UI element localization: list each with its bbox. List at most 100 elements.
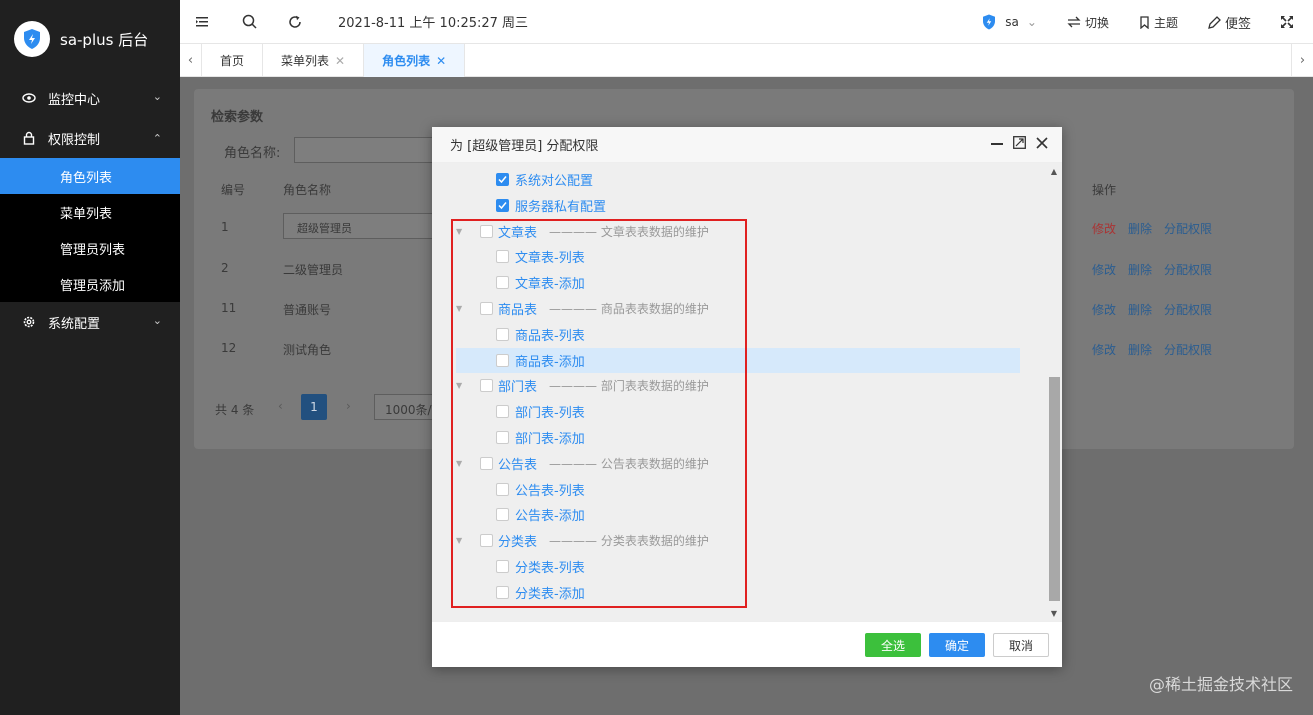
column-header-name: 角色名称 — [283, 183, 332, 197]
chevron-down-icon: ⌄ — [1026, 15, 1037, 29]
tab-role-list[interactable]: 角色列表 ✕ — [364, 44, 466, 77]
tree-scrollbar[interactable]: ▲ ▼ — [1046, 163, 1062, 621]
dialog-title: 为 [超级管理员] 分配权限 — [450, 139, 599, 154]
header-right: sa ⌄ 切换 主题 便签 — [980, 0, 1313, 44]
top-header: 2021-8-11 上午 10:25:27 周三 sa ⌄ 切换 主题 便签 — [180, 0, 1313, 44]
sidebar-item-role-list[interactable]: 角色列表 — [0, 158, 180, 194]
chevron-down-icon: ⌄ — [152, 314, 162, 327]
menu-fold-icon — [196, 16, 208, 26]
role-name-label: 角色名称: — [224, 146, 281, 161]
chevron-up-icon: ⌃ — [152, 132, 162, 145]
sidebar: sa-plus 后台 监控中心 ⌄ 权限控制 ⌃ 角色列表 菜单列表 管理员列表… — [0, 0, 180, 715]
table-cell-name: 测试角色 — [283, 343, 332, 357]
assign-permission-link[interactable]: 分配权限 — [1164, 261, 1212, 278]
username: sa — [1005, 15, 1019, 29]
datetime-display: 2021-8-11 上午 10:25:27 周三 — [338, 16, 529, 31]
scroll-up-icon[interactable]: ▲ — [1046, 163, 1062, 179]
delete-link[interactable]: 删除 — [1128, 301, 1152, 318]
tab-label: 首页 — [220, 54, 245, 68]
tree-node-leaf[interactable]: 服务器私有配置 — [456, 193, 1020, 218]
logo-icon — [14, 21, 50, 57]
note-button[interactable]: 便签 — [1208, 13, 1251, 32]
delete-link[interactable]: 删除 — [1128, 220, 1152, 237]
edit-link[interactable]: 修改 — [1092, 301, 1116, 318]
user-menu[interactable]: sa ⌄ — [980, 13, 1037, 31]
delete-link[interactable]: 删除 — [1128, 341, 1152, 358]
sidebar-item-admin-add[interactable]: 管理员添加 — [0, 266, 180, 302]
tree-checkbox[interactable] — [496, 198, 509, 212]
tab-menu-list[interactable]: 菜单列表 ✕ — [263, 44, 365, 77]
theme-label: 主题 — [1153, 15, 1178, 30]
pagination-prev-button[interactable]: ‹ — [278, 399, 283, 413]
tab-scroll-left-button[interactable]: ‹ — [180, 44, 202, 77]
tab-home[interactable]: 首页 — [202, 44, 264, 77]
column-header-id: 编号 — [221, 183, 246, 197]
sidebar-item-monitor[interactable]: 监控中心 ⌄ — [0, 78, 180, 118]
page-size-value: 1000条/ — [385, 403, 432, 417]
watermark: @稀土掘金技术社区 — [1148, 675, 1293, 694]
search-button[interactable] — [226, 0, 272, 44]
column-header-actions: 操作 — [1092, 183, 1117, 197]
sidebar-item-label: 系统配置 — [48, 316, 101, 332]
close-icon[interactable]: ✕ — [335, 54, 345, 68]
refresh-icon — [289, 15, 301, 28]
theme-button[interactable]: 主题 — [1139, 14, 1178, 31]
assign-permission-dialog: 为 [超级管理员] 分配权限 系统对公配置 服务器私有配置 ▼ 文章表 ———— 文章表… — [432, 127, 1062, 667]
maximize-icon[interactable] — [1013, 136, 1026, 149]
tree-checkbox[interactable] — [496, 173, 509, 186]
table-cell-id: 2 — [221, 261, 229, 275]
fullscreen-icon — [1281, 16, 1293, 28]
menu-toggle-button[interactable] — [180, 0, 226, 44]
pagination-next-button[interactable]: › — [346, 399, 351, 413]
sidebar-item-label: 监控中心 — [48, 92, 101, 108]
logo-row: sa-plus 后台 — [0, 0, 180, 78]
sidebar-item-system-config[interactable]: 系统配置 ⌄ — [0, 302, 180, 342]
delete-link[interactable]: 删除 — [1128, 261, 1152, 278]
sidebar-item-permission[interactable]: 权限控制 ⌃ — [0, 118, 180, 158]
page-size-select[interactable]: 1000条/ — [374, 394, 434, 420]
close-icon[interactable]: ✕ — [436, 54, 446, 68]
table-cell-name: 普通账号 — [283, 303, 332, 317]
gear-icon — [22, 315, 36, 329]
refresh-button[interactable] — [272, 0, 318, 44]
tree-node-label[interactable]: 服务器私有配置 — [515, 196, 606, 215]
search-title: 检索参数 — [211, 110, 264, 125]
edit-link[interactable]: 修改 — [1092, 341, 1116, 358]
note-label: 便签 — [1224, 16, 1251, 32]
tab-label: 菜单列表 — [281, 54, 330, 68]
edit-link[interactable]: 修改 — [1092, 261, 1116, 278]
switch-button[interactable]: 切换 — [1067, 14, 1109, 31]
tab-bar: ‹ 首页 菜单列表 ✕ 角色列表 ✕ › — [180, 44, 1313, 77]
lock-icon — [22, 131, 36, 145]
sidebar-item-admin-list[interactable]: 管理员列表 — [0, 230, 180, 266]
minimize-icon[interactable] — [991, 137, 1003, 149]
assign-permission-link[interactable]: 分配权限 — [1164, 301, 1212, 318]
theme-icon — [1140, 15, 1149, 29]
dialog-controls — [981, 136, 1048, 149]
eye-icon — [22, 91, 36, 105]
role-name-input[interactable] — [294, 137, 434, 163]
fullscreen-button[interactable] — [1281, 16, 1297, 28]
chevron-down-icon: ⌄ — [152, 90, 162, 103]
scroll-down-icon[interactable]: ▼ — [1046, 605, 1062, 621]
scrollbar-thumb[interactable] — [1049, 377, 1060, 601]
app-title: sa-plus 后台 — [60, 30, 149, 49]
edit-link[interactable]: 修改 — [1092, 220, 1116, 237]
edit-icon — [1208, 15, 1221, 29]
tree-node-leaf[interactable]: 系统对公配置 — [456, 167, 1020, 192]
sidebar-submenu: 角色列表 菜单列表 管理员列表 管理员添加 — [0, 158, 180, 302]
tab-label: 角色列表 — [382, 54, 431, 68]
pagination-total: 共 4 条 — [215, 403, 255, 417]
pagination-page-button[interactable]: 1 — [301, 394, 327, 420]
tree-node-label[interactable]: 系统对公配置 — [515, 170, 593, 189]
switch-icon — [1067, 16, 1081, 28]
confirm-button[interactable]: 确定 — [929, 633, 985, 657]
sidebar-item-menu-list[interactable]: 菜单列表 — [0, 194, 180, 230]
select-all-button[interactable]: 全选 — [865, 633, 921, 657]
tab-scroll-right-button[interactable]: › — [1291, 44, 1313, 77]
sidebar-item-label: 权限控制 — [48, 132, 101, 148]
cancel-button[interactable]: 取消 — [993, 633, 1049, 657]
close-icon[interactable] — [1036, 136, 1048, 149]
assign-permission-link[interactable]: 分配权限 — [1164, 220, 1212, 237]
assign-permission-link[interactable]: 分配权限 — [1164, 341, 1212, 358]
